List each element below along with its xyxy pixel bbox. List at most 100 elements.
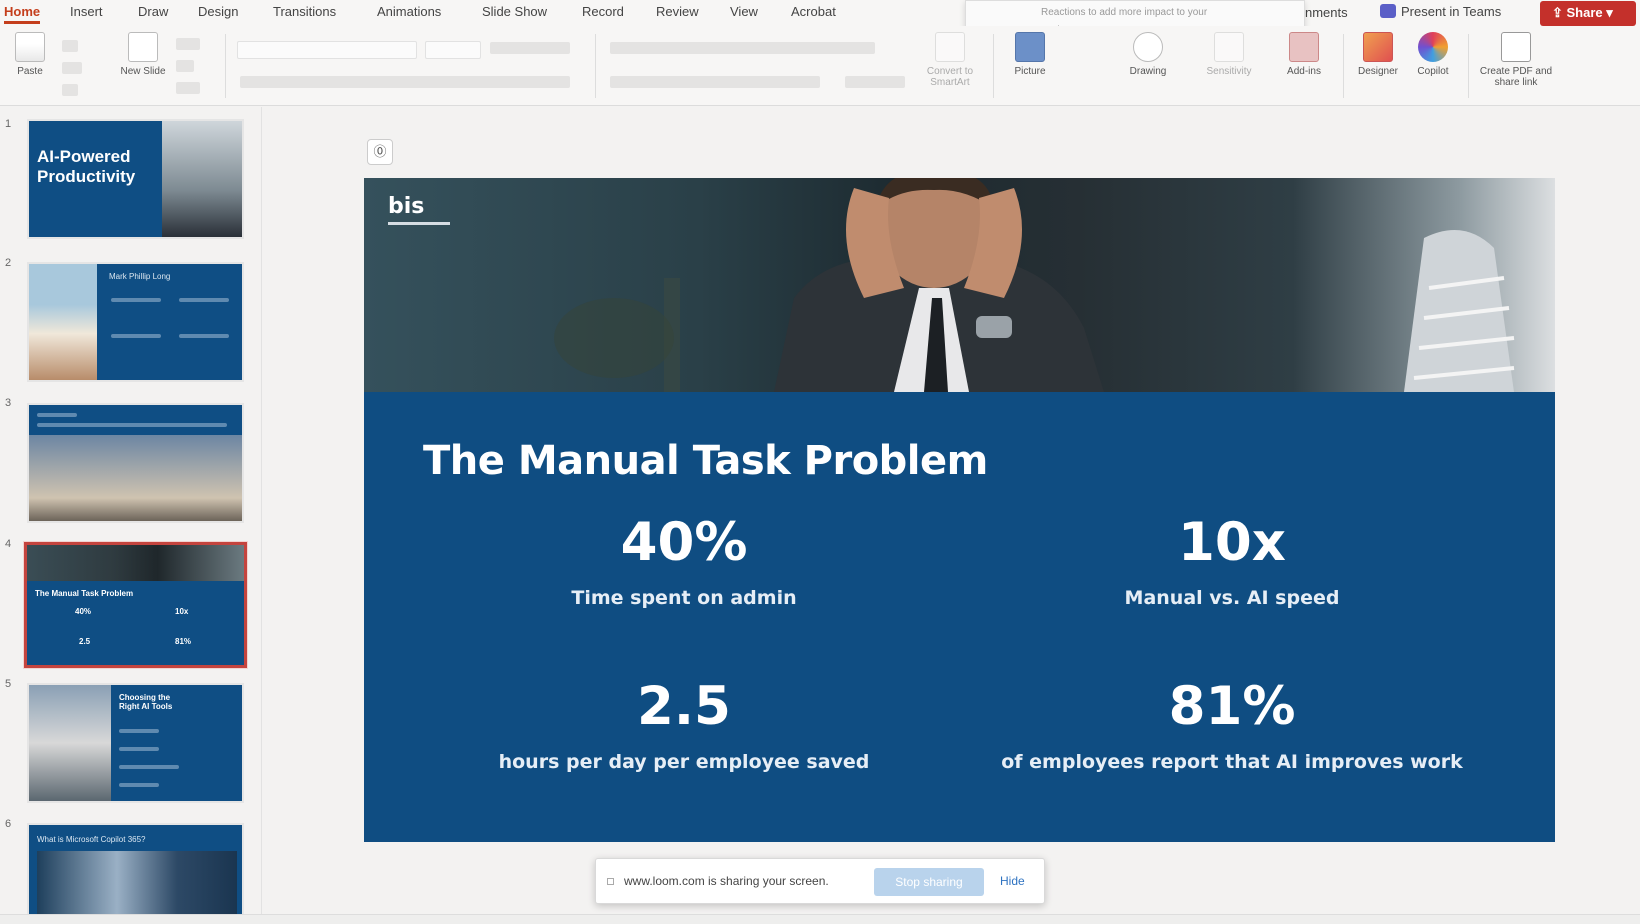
stat-value[interactable]: 2.5	[434, 676, 934, 737]
accessibility-icon[interactable]: ⓪	[367, 139, 393, 165]
picture-icon	[1015, 32, 1045, 62]
layout-icon[interactable]	[176, 38, 200, 50]
slide-number: 5	[5, 678, 12, 690]
tab-review[interactable]: Review	[656, 4, 699, 19]
stat-label[interactable]: Time spent on admin	[434, 587, 934, 609]
thumbnail-stat: 2.5	[79, 637, 91, 646]
slide-number: 3	[5, 397, 12, 409]
thumbnail-stat: 10x	[175, 607, 189, 616]
stat-label[interactable]: Manual vs. AI speed	[982, 587, 1482, 609]
tab-design[interactable]: Design	[198, 4, 238, 19]
create-pdf-label: Create PDF and share link	[1479, 66, 1553, 88]
add-ins-icon	[1289, 32, 1319, 62]
ribbon-separator	[595, 34, 596, 98]
logo-tagline	[388, 222, 450, 225]
add-ins-label: Add-ins	[1287, 66, 1321, 77]
tab-transitions[interactable]: Transitions	[273, 4, 336, 19]
cut-icon[interactable]	[62, 40, 78, 52]
thumbnail-text-line	[179, 298, 229, 302]
slide-number: 2	[5, 257, 12, 269]
stop-sharing-button[interactable]: Stop sharing	[874, 868, 984, 896]
screen-share-bar: www.loom.com is sharing your screen. Sto…	[595, 858, 1045, 904]
stat-value[interactable]: 81%	[982, 676, 1482, 737]
thumbnail-text-line	[119, 729, 159, 733]
create-pdf-button[interactable]: Create PDF and share link	[1474, 32, 1558, 88]
share-indicator-icon	[607, 878, 614, 885]
paragraph-row-bottom[interactable]	[610, 76, 820, 88]
tab-draw[interactable]: Draw	[138, 4, 168, 19]
tab-acrobat[interactable]: Acrobat	[791, 4, 836, 19]
font-formatting-row[interactable]	[240, 76, 570, 88]
slide-number: 4	[5, 538, 12, 550]
stat-label[interactable]: hours per day per employee saved	[434, 751, 934, 773]
stat-value[interactable]: 40%	[434, 512, 934, 573]
copilot-label: Copilot	[1417, 66, 1449, 77]
drawing-button[interactable]: Drawing	[1118, 32, 1178, 77]
new-slide-icon	[128, 32, 158, 62]
stressed-businessman-photo	[554, 178, 1515, 392]
font-name-dropdown[interactable]	[237, 41, 417, 59]
thumbnail-title: What is Microsoft Copilot 365?	[37, 835, 146, 844]
reset-icon[interactable]	[176, 60, 194, 72]
ribbon-separator	[1468, 34, 1469, 98]
present-in-teams-label: Present in Teams	[1401, 4, 1502, 19]
sensitivity-label: Sensitivity	[1206, 66, 1252, 77]
thumbnail-title: AI-Powered Productivity	[37, 147, 136, 186]
copilot-button[interactable]: Copilot	[1406, 32, 1460, 77]
pdf-share-icon	[1501, 32, 1531, 62]
thumbnail-text-line	[179, 334, 229, 338]
thumbnail-photo	[27, 545, 244, 581]
slide-thumbnail-1[interactable]: AI-Powered Productivity	[27, 119, 244, 239]
slide-thumbnail-5[interactable]: Choosing the Right AI Tools	[27, 683, 244, 803]
text-direction-controls[interactable]	[845, 76, 905, 88]
tab-home[interactable]: Home	[4, 4, 41, 24]
sensitivity-button[interactable]: Sensitivity	[1196, 32, 1262, 77]
slide-thumbnail-6[interactable]: What is Microsoft Copilot 365?	[27, 823, 244, 923]
slide-title[interactable]: The Manual Task Problem	[423, 438, 988, 484]
format-painter-icon[interactable]	[62, 84, 78, 96]
font-size-dropdown[interactable]	[425, 41, 481, 59]
tab-view[interactable]: View	[730, 4, 758, 19]
hide-button[interactable]: Hide	[1000, 874, 1025, 888]
thumbnail-stat: 40%	[75, 607, 92, 616]
slide-number: 1	[5, 118, 12, 130]
tab-animations[interactable]: Animations	[377, 4, 441, 19]
share-button[interactable]: ⇪ Share ▾	[1540, 1, 1636, 26]
add-ins-button[interactable]: Add-ins	[1276, 32, 1332, 77]
slide-thumbnail-panel: 1 AI-Powered Productivity 2 Mark Phillip…	[0, 107, 262, 924]
stat-label[interactable]: of employees report that AI improves wor…	[982, 751, 1482, 773]
convert-smartart-button[interactable]: Convert to SmartArt	[912, 32, 988, 88]
new-slide-button[interactable]: New Slide	[118, 32, 168, 77]
current-slide[interactable]: bis The Manual Task Problem 40% Time spe…	[364, 178, 1555, 842]
ribbon-toolbar: Paste New Slide Convert to SmartArt Pict…	[0, 26, 1640, 106]
smartart-icon	[935, 32, 965, 62]
section-icon[interactable]	[176, 82, 200, 94]
thumbnail-photo	[37, 851, 237, 921]
ribbon-tab-bar: Home Insert Draw Design Transitions Anim…	[0, 0, 1640, 26]
share-message: www.loom.com is sharing your screen.	[624, 874, 829, 888]
tab-insert[interactable]: Insert	[70, 4, 103, 19]
slide-thumbnail-2[interactable]: Mark Phillip Long	[27, 262, 244, 382]
tab-slide-show[interactable]: Slide Show	[482, 4, 547, 19]
share-label: Share	[1566, 5, 1603, 20]
drawing-icon	[1133, 32, 1163, 62]
tab-record[interactable]: Record	[582, 4, 624, 19]
clipboard-icon	[15, 32, 45, 62]
thumbnail-text-line	[37, 413, 77, 417]
paragraph-row-top[interactable]	[610, 42, 875, 54]
designer-button[interactable]: Designer	[1350, 32, 1406, 77]
slide-header-photo[interactable]: bis	[364, 178, 1555, 392]
designer-label: Designer	[1357, 66, 1399, 77]
slide-thumbnail-3[interactable]	[27, 403, 244, 523]
copy-icon[interactable]	[62, 62, 82, 74]
thumbnail-stat: 81%	[175, 637, 192, 646]
picture-button[interactable]: Picture	[1000, 32, 1060, 77]
stat-value[interactable]: 10x	[982, 512, 1482, 573]
slide-thumbnail-4[interactable]: The Manual Task Problem 40% 10x 2.5 81%	[24, 542, 247, 668]
tab-comments[interactable]: nments	[1305, 5, 1348, 20]
present-in-teams-button[interactable]: Present in Teams	[1380, 4, 1501, 19]
paste-button[interactable]: Paste	[10, 32, 50, 77]
status-bar	[0, 914, 1640, 924]
thumbnail-photo	[29, 435, 242, 521]
font-size-controls[interactable]	[490, 42, 570, 54]
